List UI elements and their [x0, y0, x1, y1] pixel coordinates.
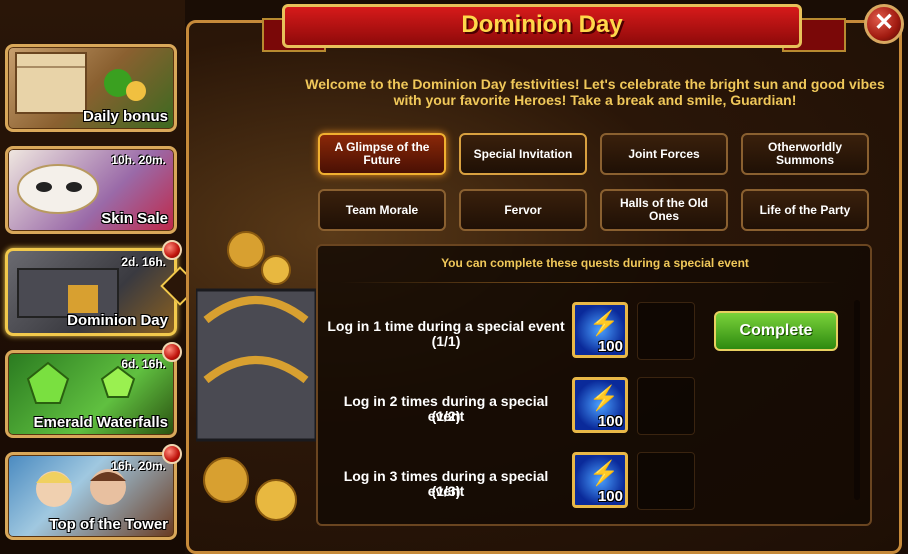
sidebar-item-timer: 10h. 20m. — [111, 153, 166, 167]
sidebar-item-label: Skin Sale — [101, 210, 168, 227]
tab-halls-of-the-old-ones[interactable]: Halls of the Old Ones — [600, 189, 728, 231]
tab-a-glimpse-of-the-future[interactable]: A Glimpse of the Future — [318, 133, 446, 175]
sidebar-item-label: Dominion Day — [67, 312, 168, 329]
notification-badge — [162, 444, 182, 464]
reward-item[interactable]: ⚡ 100 — [572, 302, 628, 358]
divider — [340, 282, 840, 283]
reward-quantity: 100 — [597, 488, 623, 505]
quest-progress: (1/2) — [431, 408, 461, 424]
close-button[interactable]: ✕ — [864, 4, 904, 44]
sidebar-item-skin-sale[interactable]: 10h. 20m. Skin Sale — [5, 146, 177, 234]
reward-item[interactable]: ⚡ 100 — [572, 452, 628, 508]
quest-title: Log in 1 time during a special event — [327, 318, 565, 334]
energy-bolt-icon: ⚡ — [589, 460, 619, 487]
sidebar-item-timer: 6d. 16h. — [121, 357, 166, 371]
sidebar-item-timer: 2d. 16h. — [121, 255, 166, 269]
tab-otherworldly-summons[interactable]: Otherworldly Summons — [741, 133, 869, 175]
sidebar-item-label: Emerald Waterfalls — [33, 414, 169, 431]
complete-button[interactable]: Complete — [714, 311, 838, 351]
energy-bolt-icon: ⚡ — [589, 385, 619, 412]
title-banner: Dominion Day — [282, 4, 802, 48]
reward-item[interactable]: ⚡ 100 — [572, 377, 628, 433]
notification-badge — [162, 240, 182, 260]
quest-list-header: You can complete these quests during a s… — [441, 256, 749, 270]
sidebar-item-label: Daily bonus — [82, 108, 168, 125]
tab-life-of-the-party[interactable]: Life of the Party — [741, 189, 869, 231]
page-title: Dominion Day — [461, 11, 623, 38]
quest-scrollbar[interactable] — [854, 300, 860, 500]
quest-progress: (1/3) — [431, 483, 461, 499]
sidebar-item-emerald-waterfalls[interactable]: 6d. 16h. Emerald Waterfalls — [5, 350, 177, 438]
close-icon: ✕ — [873, 9, 895, 36]
reward-quantity: 100 — [597, 413, 623, 430]
welcome-text: Welcome to the Dominion Day festivities!… — [305, 76, 885, 108]
quest-progress: (1/1) — [431, 333, 461, 349]
tab-special-invitation[interactable]: Special Invitation — [459, 133, 587, 175]
treasure-chest-icon — [196, 231, 316, 521]
empty-reward-slot — [637, 377, 695, 435]
sidebar-item-timer: 16h. 20m. — [111, 459, 166, 473]
empty-reward-slot — [637, 302, 695, 360]
reward-quantity: 100 — [597, 338, 623, 355]
energy-bolt-icon: ⚡ — [589, 310, 619, 337]
tab-team-morale[interactable]: Team Morale — [318, 189, 446, 231]
sidebar-item-daily-bonus[interactable]: Daily bonus — [5, 44, 177, 132]
tab-joint-forces[interactable]: Joint Forces — [600, 133, 728, 175]
notification-badge — [162, 342, 182, 362]
sidebar-item-top-of-the-tower[interactable]: 16h. 20m. Top of the Tower — [5, 452, 177, 540]
sidebar-item-label: Top of the Tower — [49, 516, 168, 533]
empty-reward-slot — [637, 452, 695, 510]
tab-fervor[interactable]: Fervor — [459, 189, 587, 231]
sidebar-item-dominion-day[interactable]: 2d. 16h. Dominion Day — [5, 248, 177, 336]
